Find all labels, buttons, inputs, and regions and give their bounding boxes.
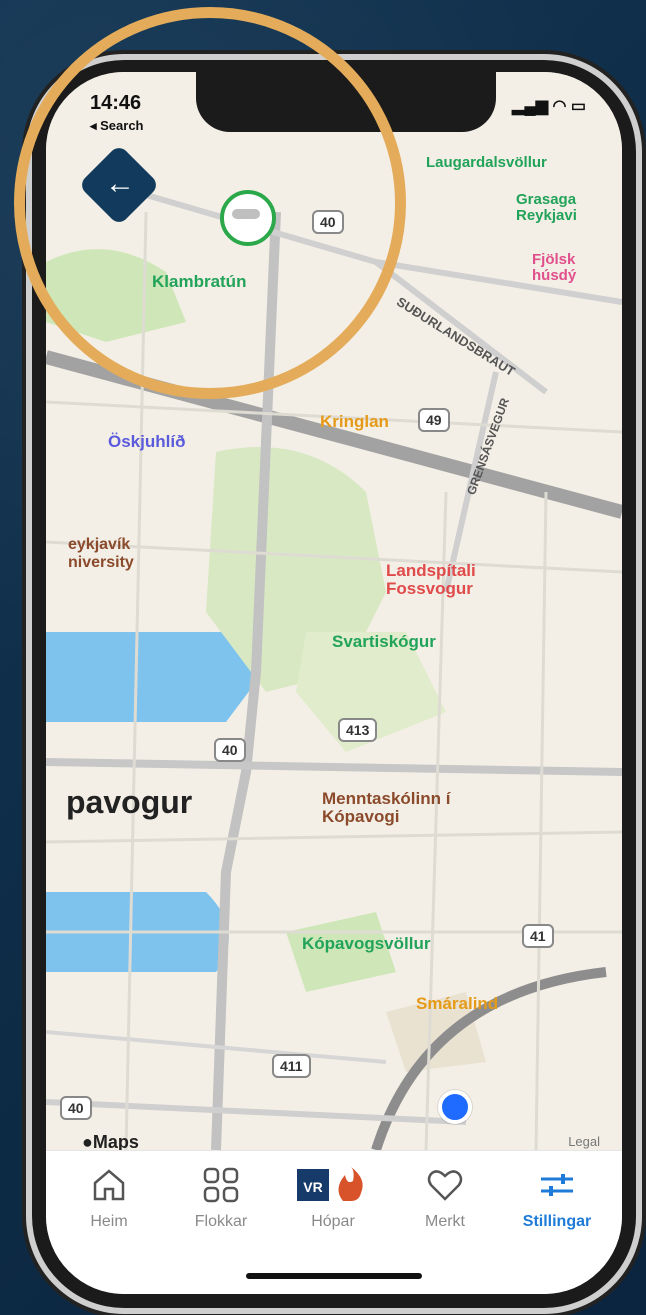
vr-logo-icon: VR (297, 1167, 363, 1201)
poi-grasagardur[interactable]: Grasaga Reykjavi (516, 192, 616, 224)
wifi-icon: ◠ (552, 98, 567, 115)
poi-kopavogsvollur[interactable]: Kópavogsvöllur (302, 934, 430, 954)
legal-link[interactable]: Legal (568, 1134, 600, 1149)
poi-oskjuhlid[interactable]: Öskjuhlíð (108, 432, 185, 452)
place-kopavogur: pavogur (66, 784, 193, 820)
svg-text:VR: VR (303, 1179, 322, 1195)
battery-icon: ▭ (570, 98, 586, 115)
route-shield-413: 413 (338, 718, 378, 742)
poi-reykjavik-university[interactable]: eykjavík niversity (68, 536, 178, 572)
tab-stillingar-label: Stillingar (522, 1213, 592, 1230)
tab-bar: Heim Flokkar VR Hópar Merkt Stillingar (46, 1150, 622, 1294)
grid-icon (203, 1167, 239, 1203)
tab-merkt-label: Merkt (425, 1213, 465, 1230)
poi-kringlan[interactable]: Kringlan (320, 412, 389, 432)
heart-icon (427, 1170, 463, 1201)
poi-landspitali[interactable]: Landspítali Fossvogur (386, 562, 526, 598)
poi-laugardalsvollur[interactable]: Laugardalsvöllur (426, 154, 547, 171)
home-indicator[interactable] (246, 1273, 422, 1279)
tab-hopar-label: Hópar (311, 1213, 355, 1230)
route-shield-49: 49 (418, 408, 450, 432)
poi-menntaskolinn[interactable]: Menntaskólinn í Kópavogi (322, 790, 482, 826)
tab-heim-label: Heim (90, 1213, 128, 1230)
poi-smaralind[interactable]: Smáralind (416, 994, 498, 1014)
route-shield-41: 41 (522, 924, 554, 948)
route-shield-40-edge: 40 (60, 1096, 92, 1120)
tab-hopar[interactable]: VR Hópar (278, 1165, 388, 1245)
tab-stillingar[interactable]: Stillingar (502, 1165, 612, 1245)
poi-fjolskyldugardur[interactable]: Fjölsk húsdý (532, 252, 612, 284)
route-shield-411: 411 (272, 1054, 311, 1078)
home-icon (93, 1169, 125, 1201)
apple-logo-icon: ● (82, 1132, 93, 1152)
highlight-circle (14, 7, 406, 399)
tab-merkt[interactable]: Merkt (390, 1165, 500, 1245)
status-icons: ▂▄▆ ◠ ▭ (512, 96, 586, 116)
tab-flokkar-label: Flokkar (194, 1213, 248, 1230)
sliders-icon (541, 1174, 573, 1196)
tab-heim[interactable]: Heim (54, 1165, 164, 1245)
user-location-dot (438, 1090, 472, 1124)
maps-attribution-text: Maps (92, 1132, 139, 1152)
tab-flokkar[interactable]: Flokkar (166, 1165, 276, 1245)
signal-icon: ▂▄▆ (512, 98, 548, 115)
poi-svartiskogur[interactable]: Svartiskógur (332, 632, 436, 652)
route-shield-40-south: 40 (214, 738, 246, 762)
